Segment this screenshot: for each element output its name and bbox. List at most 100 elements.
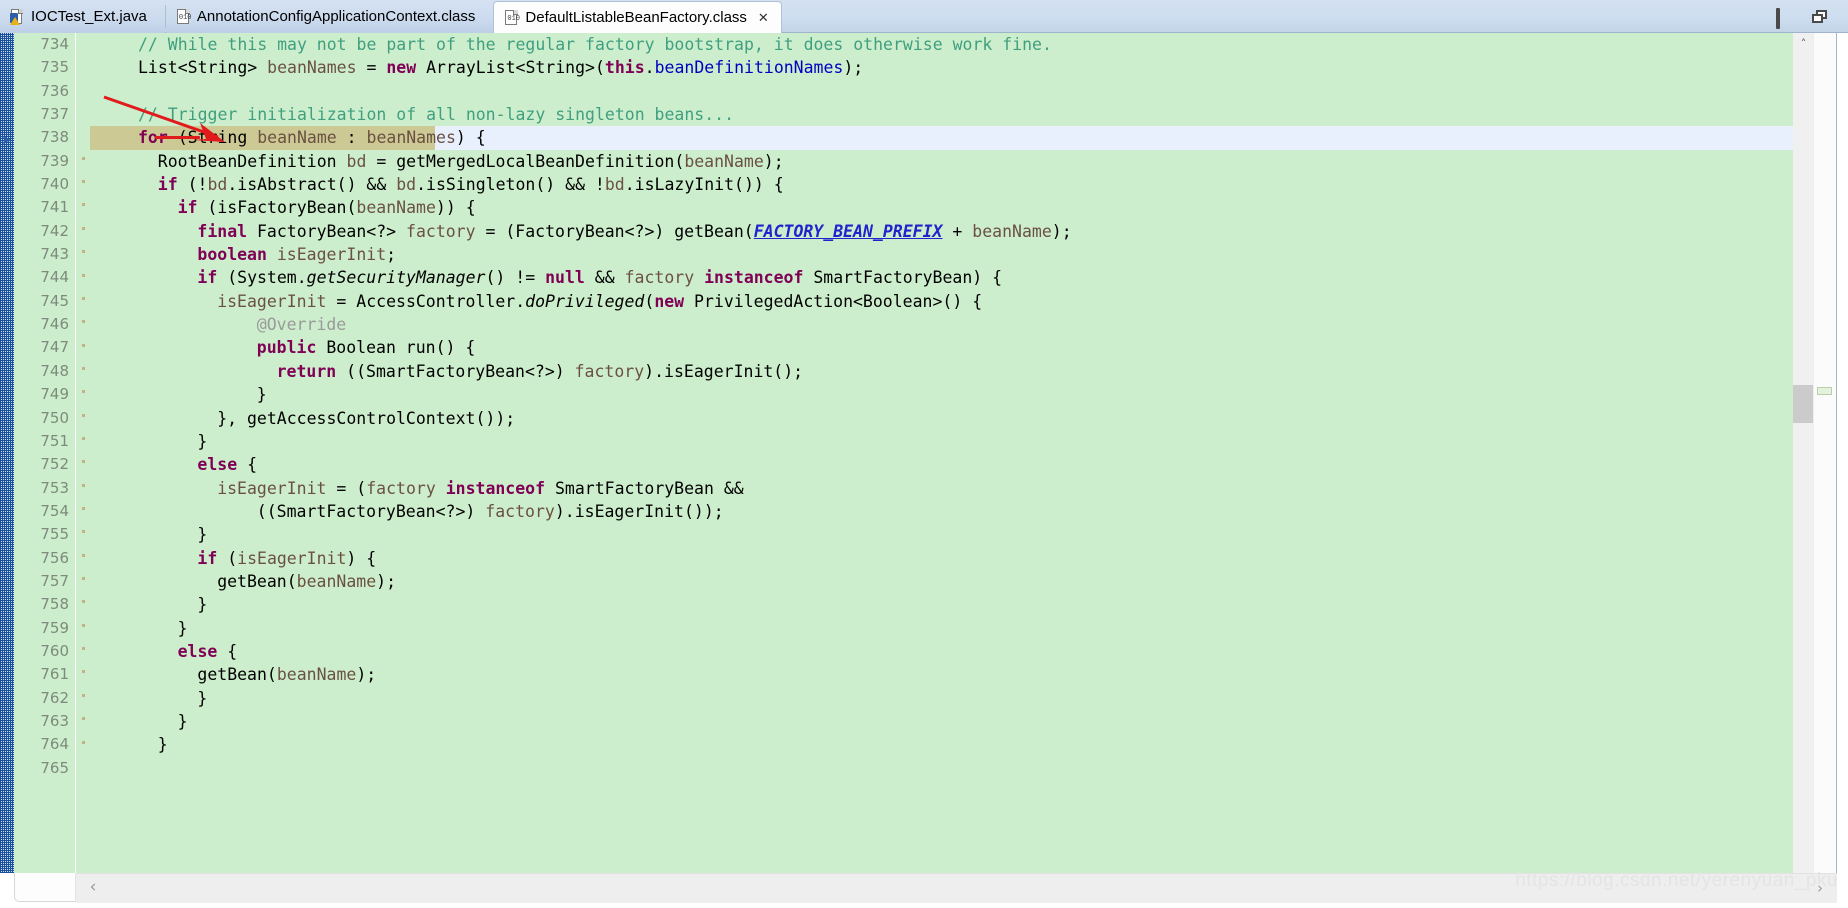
fold-tick-icon[interactable] [82, 156, 85, 160]
code-line[interactable]: } [90, 710, 1801, 733]
code-line[interactable]: } [90, 733, 1801, 756]
code-line-text: else { [177, 641, 238, 661]
fold-tick-icon[interactable] [82, 250, 85, 254]
code-line[interactable]: } [90, 617, 1801, 640]
fold-tick-icon[interactable] [82, 343, 85, 347]
fold-tick-icon[interactable] [82, 693, 85, 697]
scrollbar-corner [14, 873, 76, 902]
vertical-scrollbar[interactable]: ˄ [1793, 33, 1814, 873]
code-line[interactable]: getBean(beanName); [90, 570, 1801, 593]
fold-tick-icon[interactable] [82, 436, 85, 440]
fold-tick-icon[interactable] [82, 180, 85, 184]
line-number: 756 [40, 548, 69, 567]
fold-tick-icon[interactable] [82, 670, 85, 674]
code-line-text: // Trigger initialization of all non-laz… [138, 105, 735, 125]
current-line-trailing-highlight [435, 126, 1801, 150]
code-line[interactable]: if (!bd.isAbstract() && bd.isSingleton()… [90, 173, 1801, 196]
code-line[interactable]: public Boolean run() { [90, 336, 1801, 359]
fold-tick-icon[interactable] [82, 623, 85, 627]
code-line-current[interactable]: for (String beanName : beanNames) { [90, 126, 1801, 150]
line-number: 737 [40, 105, 69, 124]
vertical-scrollbar-thumb[interactable] [1793, 385, 1814, 423]
fold-tick-icon[interactable] [82, 296, 85, 300]
code-line[interactable]: if (isEagerInit) { [90, 547, 1801, 570]
line-number: 759 [40, 618, 69, 637]
fold-tick-icon[interactable] [82, 507, 85, 510]
changebar-oval-icon[interactable] [1, 668, 13, 680]
code-line[interactable]: ((SmartFactoryBean<?>) factory).isEagerI… [90, 500, 1801, 523]
code-line[interactable] [90, 80, 1801, 103]
fold-tick-icon[interactable] [82, 366, 85, 370]
changebar-arrow-icon[interactable]: ➤ [1, 131, 13, 147]
tab-close-icon[interactable]: ✕ [758, 11, 769, 24]
fold-tick-icon[interactable] [82, 390, 85, 394]
code-line[interactable]: RootBeanDefinition bd = getMergedLocalBe… [90, 150, 1801, 173]
line-number: 764 [40, 735, 69, 754]
code-line[interactable]: } [90, 687, 1801, 710]
java-file-icon [10, 8, 25, 25]
code-line[interactable]: if (isFactoryBean(beanName)) { [90, 196, 1801, 219]
fold-tick-icon[interactable] [82, 577, 85, 581]
line-number: 753 [40, 478, 69, 497]
source-editor: ➤ 734 735 736 737 738 739 740 741 742 743 744 745 74… [0, 33, 1848, 908]
code-canvas[interactable]: // While this may not be part of the reg… [90, 33, 1801, 873]
code-line[interactable]: else { [90, 453, 1801, 476]
fold-tick-icon[interactable] [82, 740, 85, 744]
code-line[interactable] [90, 757, 1801, 780]
tab-ioctest-ext-java[interactable]: IOCTest_Ext.java [0, 0, 165, 33]
line-number: 739 [40, 151, 69, 170]
code-line[interactable]: } [90, 593, 1801, 616]
fold-tick-icon[interactable] [82, 413, 85, 417]
line-number-gutter: 734 735 736 737 738 739 740 741 742 743 744 745 746 7… [14, 33, 76, 873]
tab-annotationconfigapplicationcontext-class[interactable]: 010 AnnotationConfigApplicationContext.c… [165, 0, 494, 33]
folding-margin[interactable] [76, 33, 90, 873]
tab-label: DefaultListableBeanFactory.class [525, 9, 747, 26]
code-line[interactable]: } [90, 430, 1801, 453]
code-line[interactable]: } [90, 523, 1801, 546]
code-line[interactable]: // Trigger initialization of all non-laz… [90, 103, 1801, 126]
code-line[interactable]: else { [90, 640, 1801, 663]
line-number: 752 [40, 455, 69, 474]
scroll-up-icon[interactable]: ˄ [1793, 33, 1814, 53]
code-line[interactable]: final FactoryBean<?> factory = (FactoryB… [90, 220, 1801, 243]
code-line[interactable]: }, getAccessControlContext()); [90, 407, 1801, 430]
fold-tick-icon[interactable] [82, 320, 85, 324]
fold-tick-icon[interactable] [82, 647, 85, 651]
change-bar[interactable]: ➤ [0, 33, 14, 873]
overview-marker[interactable] [1817, 387, 1832, 395]
tab-list: IOCTest_Ext.java 010 AnnotationConfigApp… [0, 0, 782, 33]
code-line[interactable]: } [90, 383, 1801, 406]
fold-tick-icon[interactable] [82, 717, 85, 721]
line-number: 735 [40, 58, 69, 77]
overview-ruler[interactable] [1813, 33, 1836, 873]
code-line[interactable]: return ((SmartFactoryBean<?>) factory).i… [90, 360, 1801, 383]
code-line-text: // While this may not be part of the reg… [138, 35, 1052, 54]
fold-tick-icon[interactable] [82, 273, 85, 277]
code-line[interactable]: boolean isEagerInit; [90, 243, 1801, 266]
code-line[interactable]: getBean(beanName); [90, 663, 1801, 686]
code-line-text: } [197, 688, 208, 708]
code-line[interactable]: // While this may not be part of the reg… [90, 33, 1801, 56]
fold-tick-icon[interactable] [82, 530, 85, 534]
code-line[interactable]: List<String> beanNames = new ArrayList<S… [90, 56, 1801, 79]
tab-defaultlistablebeanfactory-class[interactable]: 010 DefaultListableBeanFactory.class ✕ [493, 1, 782, 33]
fold-tick-icon[interactable] [82, 460, 85, 464]
code-line-text: RootBeanDefinition bd = getMergedLocalBe… [157, 151, 784, 171]
code-line[interactable]: isEagerInit = (factory instanceof SmartF… [90, 477, 1801, 500]
fold-tick-icon[interactable] [82, 203, 85, 207]
scroll-left-icon[interactable]: ‹ [84, 877, 102, 897]
code-line[interactable]: if (System.getSecurityManager() != null … [90, 266, 1801, 289]
restore-icon[interactable] [1812, 9, 1830, 24]
code-line[interactable]: isEagerInit = AccessController.doPrivile… [90, 290, 1801, 313]
line-number: 746 [40, 315, 69, 334]
fold-tick-icon[interactable] [82, 226, 85, 230]
fold-tick-icon[interactable] [82, 600, 85, 604]
window-controls [1776, 0, 1840, 33]
code-line-text: } [177, 711, 188, 731]
minimize-icon[interactable] [1776, 7, 1794, 29]
fold-tick-icon[interactable] [82, 553, 85, 557]
line-number: 743 [40, 245, 69, 264]
code-line[interactable]: @Override [90, 313, 1801, 336]
code-line-text: getBean(beanName); [197, 665, 377, 685]
fold-tick-icon[interactable] [82, 483, 85, 487]
